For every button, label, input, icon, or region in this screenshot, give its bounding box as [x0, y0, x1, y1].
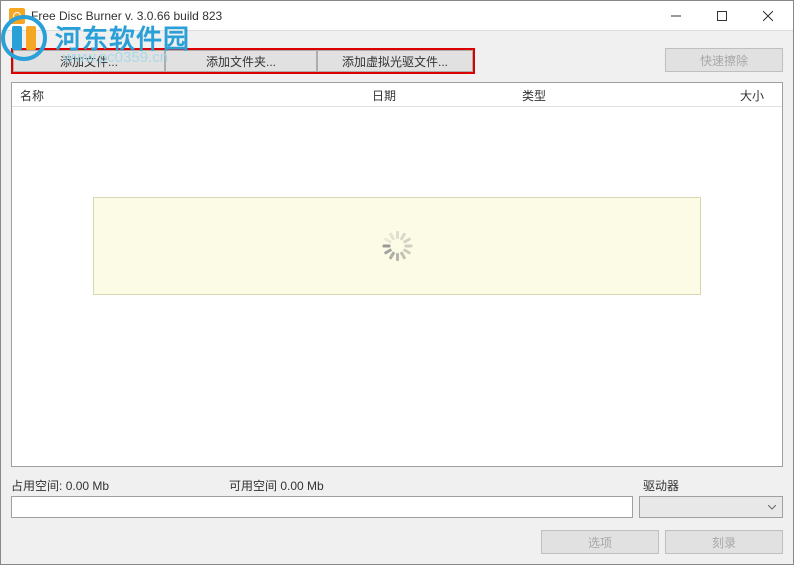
action-row: 选项 刻录: [11, 530, 783, 554]
file-list-panel: 名称 日期 类型 大小: [11, 82, 783, 467]
maximize-button[interactable]: [699, 1, 745, 30]
used-space-label: 占用空间:: [11, 479, 62, 493]
column-name[interactable]: 名称: [12, 83, 364, 106]
window-controls: [653, 1, 791, 30]
column-size[interactable]: 大小: [654, 83, 782, 106]
add-folder-button[interactable]: 添加文件夹...: [165, 50, 317, 72]
minimize-button[interactable]: [653, 1, 699, 30]
highlight-box: 添加文件... 添加文件夹... 添加虚拟光驱文件...: [11, 48, 475, 74]
add-file-button[interactable]: 添加文件...: [13, 50, 165, 72]
column-type[interactable]: 类型: [514, 83, 654, 106]
spinner-icon: [382, 231, 412, 261]
toolbar: 添加文件... 添加文件夹... 添加虚拟光驱文件... 快速擦除: [11, 48, 783, 74]
app-icon: [9, 8, 25, 24]
drive-select[interactable]: [639, 496, 783, 518]
column-date[interactable]: 日期: [364, 83, 514, 106]
content-area: 添加文件... 添加文件夹... 添加虚拟光驱文件... 快速擦除 名称 日期 …: [1, 31, 793, 564]
loading-overlay: [93, 197, 701, 295]
status-row: 占用空间: 0.00 Mb 可用空间 0.00 Mb 驱动器: [11, 477, 783, 494]
add-iso-button[interactable]: 添加虚拟光驱文件...: [317, 50, 473, 72]
quick-erase-button[interactable]: 快速擦除: [665, 48, 783, 72]
titlebar: Free Disc Burner v. 3.0.66 build 823: [1, 1, 793, 31]
free-space-value: 0.00 Mb: [280, 479, 323, 493]
progress-bar: [11, 496, 633, 518]
burn-button[interactable]: 刻录: [665, 530, 783, 554]
list-header: 名称 日期 类型 大小: [12, 83, 782, 107]
options-button[interactable]: 选项: [541, 530, 659, 554]
free-space: 可用空间 0.00 Mb: [229, 477, 643, 494]
close-button[interactable]: [745, 1, 791, 30]
used-space-value: 0.00 Mb: [66, 479, 109, 493]
free-space-label: 可用空间: [229, 479, 277, 493]
drive-label: 驱动器: [643, 477, 783, 494]
list-body: [12, 107, 782, 466]
window-title: Free Disc Burner v. 3.0.66 build 823: [31, 9, 653, 23]
chevron-down-icon: [768, 505, 776, 510]
used-space: 占用空间: 0.00 Mb: [11, 477, 229, 494]
bottom-controls: [11, 496, 783, 518]
